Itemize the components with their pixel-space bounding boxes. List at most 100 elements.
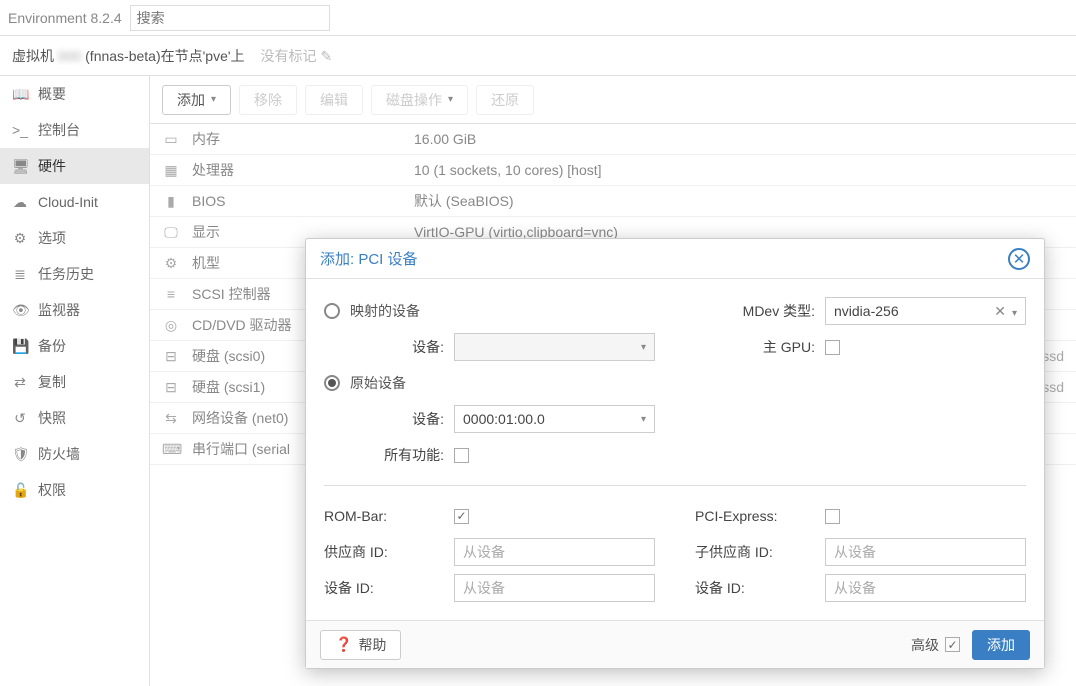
sidebar-item-任务历史[interactable]: ≣ 任务历史 bbox=[0, 256, 149, 292]
sidebar-label: 备份 bbox=[38, 336, 66, 356]
search-input[interactable] bbox=[130, 5, 330, 31]
hw-icon: ⇆ bbox=[162, 410, 180, 427]
sidebar-item-概要[interactable]: 📖 概要 bbox=[0, 76, 149, 112]
sidebar-item-复制[interactable]: ⇄ 复制 bbox=[0, 364, 149, 400]
sidebar-icon: 🛡 bbox=[12, 446, 28, 463]
rombar-label: ROM-Bar: bbox=[324, 508, 444, 524]
hw-icon: ▭ bbox=[162, 131, 180, 148]
add-button[interactable]: 添加▾ bbox=[162, 85, 231, 115]
vendor-input[interactable] bbox=[454, 538, 655, 566]
modal-title: 添加: PCI 设备 bbox=[320, 248, 418, 269]
sidebar-label: 概要 bbox=[38, 84, 66, 104]
sidebar-item-硬件[interactable]: 🖥 硬件 bbox=[0, 148, 149, 184]
sidebar-icon: ≣ bbox=[12, 266, 28, 283]
sidebar-label: 权限 bbox=[38, 480, 66, 500]
submit-button[interactable]: 添加 bbox=[972, 630, 1030, 660]
primary-gpu-label: 主 GPU: bbox=[695, 337, 815, 357]
hw-icon: ⚙ bbox=[162, 255, 180, 272]
advanced-toggle[interactable]: 高级✓ bbox=[911, 635, 960, 655]
device-combo-disabled: ▾ bbox=[454, 333, 655, 361]
hw-value: 10 (1 sockets, 10 cores) [host] bbox=[414, 162, 1064, 178]
sidebar-icon: 👁 bbox=[12, 302, 28, 319]
hw-row[interactable]: ▭ 内存 16.00 GiB bbox=[150, 124, 1076, 155]
mdev-label: MDev 类型: bbox=[695, 301, 815, 321]
hw-tail: ssd bbox=[1042, 348, 1064, 364]
sidebar-icon: 🔓 bbox=[12, 482, 28, 499]
hw-row[interactable]: ▦ 处理器 10 (1 sockets, 10 cores) [host] bbox=[150, 155, 1076, 186]
hw-value: 默认 (SeaBIOS) bbox=[414, 191, 1064, 211]
device-label: 设备: bbox=[324, 337, 444, 357]
sidebar-item-Cloud-Init[interactable]: ☁ Cloud-Init bbox=[0, 184, 149, 220]
help-button[interactable]: ❓帮助 bbox=[320, 630, 401, 660]
remove-button: 移除 bbox=[239, 85, 297, 115]
hw-value: 16.00 GiB bbox=[414, 131, 1064, 147]
raw-device-label: 设备: bbox=[324, 409, 444, 429]
rombar-checkbox[interactable]: ✓ bbox=[454, 509, 469, 524]
radio-mapped[interactable] bbox=[324, 303, 340, 319]
breadcrumb: 虚拟机 000 (fnnas-beta)在节点'pve'上 bbox=[12, 46, 245, 66]
all-fn-checkbox[interactable] bbox=[454, 448, 469, 463]
sidebar-icon: 💾 bbox=[12, 338, 28, 355]
hw-icon: ◎ bbox=[162, 317, 180, 334]
add-pci-modal: 添加: PCI 设备 ✕ 映射的设备 设备: ▾ 原始设备 设备: bbox=[305, 238, 1045, 669]
pcie-checkbox[interactable] bbox=[825, 509, 840, 524]
sidebar-label: Cloud-Init bbox=[38, 194, 98, 210]
sidebar-label: 硬件 bbox=[38, 156, 66, 176]
vendor-label: 供应商 ID: bbox=[324, 542, 444, 562]
hw-icon: ⊟ bbox=[162, 379, 180, 396]
sidebar-icon: 🖥 bbox=[12, 158, 28, 175]
hw-icon: ⌨ bbox=[162, 441, 180, 458]
sidebar-label: 控制台 bbox=[38, 120, 80, 140]
subdevice-input[interactable] bbox=[825, 574, 1026, 602]
hw-label: 内存 bbox=[192, 129, 402, 149]
sidebar-icon: ☁ bbox=[12, 194, 28, 211]
hw-icon: 🖵 bbox=[162, 224, 180, 241]
help-icon: ❓ bbox=[335, 636, 352, 653]
chevron-down-icon: ▾ bbox=[211, 94, 216, 105]
sidebar-icon: ⇄ bbox=[12, 374, 28, 391]
radio-mapped-label: 映射的设备 bbox=[350, 301, 420, 321]
chevron-down-icon[interactable]: ▾ bbox=[1012, 308, 1017, 319]
sidebar-item-防火墙[interactable]: 🛡防火墙 bbox=[0, 436, 149, 472]
deviceid-input[interactable] bbox=[454, 574, 655, 602]
env-version: Environment 8.2.4 bbox=[8, 10, 122, 26]
mdev-combo[interactable]: nvidia-256 ✕▾ bbox=[825, 297, 1026, 325]
radio-raw[interactable] bbox=[324, 375, 340, 391]
subvendor-input[interactable] bbox=[825, 538, 1026, 566]
primary-gpu-checkbox[interactable] bbox=[825, 340, 840, 355]
hw-icon: ▦ bbox=[162, 162, 180, 179]
sidebar-icon: >_ bbox=[12, 122, 28, 138]
subdevice-label: 设备 ID: bbox=[695, 578, 815, 598]
hw-icon: ⊟ bbox=[162, 348, 180, 365]
sidebar-item-备份[interactable]: 💾 备份 bbox=[0, 328, 149, 364]
edit-button: 编辑 bbox=[305, 85, 363, 115]
hw-icon: ≡ bbox=[162, 286, 180, 302]
sidebar-label: 任务历史 bbox=[38, 264, 94, 284]
sidebar-icon: ⚙ bbox=[12, 230, 28, 247]
sidebar-item-权限[interactable]: 🔓 权限 bbox=[0, 472, 149, 508]
hw-row[interactable]: ▮ BIOS 默认 (SeaBIOS) bbox=[150, 186, 1076, 217]
tags-empty[interactable]: 没有标记 ✎ bbox=[261, 46, 333, 66]
deviceid-label: 设备 ID: bbox=[324, 578, 444, 598]
edit-tags-icon[interactable]: ✎ bbox=[320, 48, 332, 64]
sidebar-item-快照[interactable]: ↺ 快照 bbox=[0, 400, 149, 436]
sidebar-item-监视器[interactable]: 👁 监视器 bbox=[0, 292, 149, 328]
sidebar-label: 监视器 bbox=[38, 300, 80, 320]
hw-label: BIOS bbox=[192, 193, 402, 209]
revert-button: 还原 bbox=[476, 85, 534, 115]
clear-icon[interactable]: ✕ bbox=[994, 303, 1006, 319]
hw-label: 处理器 bbox=[192, 160, 402, 180]
raw-device-combo[interactable]: 0000:01:00.0▾ bbox=[454, 405, 655, 433]
all-fn-label: 所有功能: bbox=[324, 445, 444, 465]
close-icon[interactable]: ✕ bbox=[1008, 248, 1030, 270]
sidebar-item-选项[interactable]: ⚙ 选项 bbox=[0, 220, 149, 256]
sidebar-icon: ↺ bbox=[12, 410, 28, 427]
disk-action-button: 磁盘操作▾ bbox=[371, 85, 468, 115]
pcie-label: PCI-Express: bbox=[695, 508, 815, 524]
sidebar-icon: 📖 bbox=[12, 86, 28, 103]
sidebar-item-控制台[interactable]: >_ 控制台 bbox=[0, 112, 149, 148]
sidebar-label: 复制 bbox=[38, 372, 66, 392]
sidebar-label: 快照 bbox=[38, 408, 66, 428]
hw-icon: ▮ bbox=[162, 193, 180, 210]
sidebar-label: 选项 bbox=[38, 228, 66, 248]
